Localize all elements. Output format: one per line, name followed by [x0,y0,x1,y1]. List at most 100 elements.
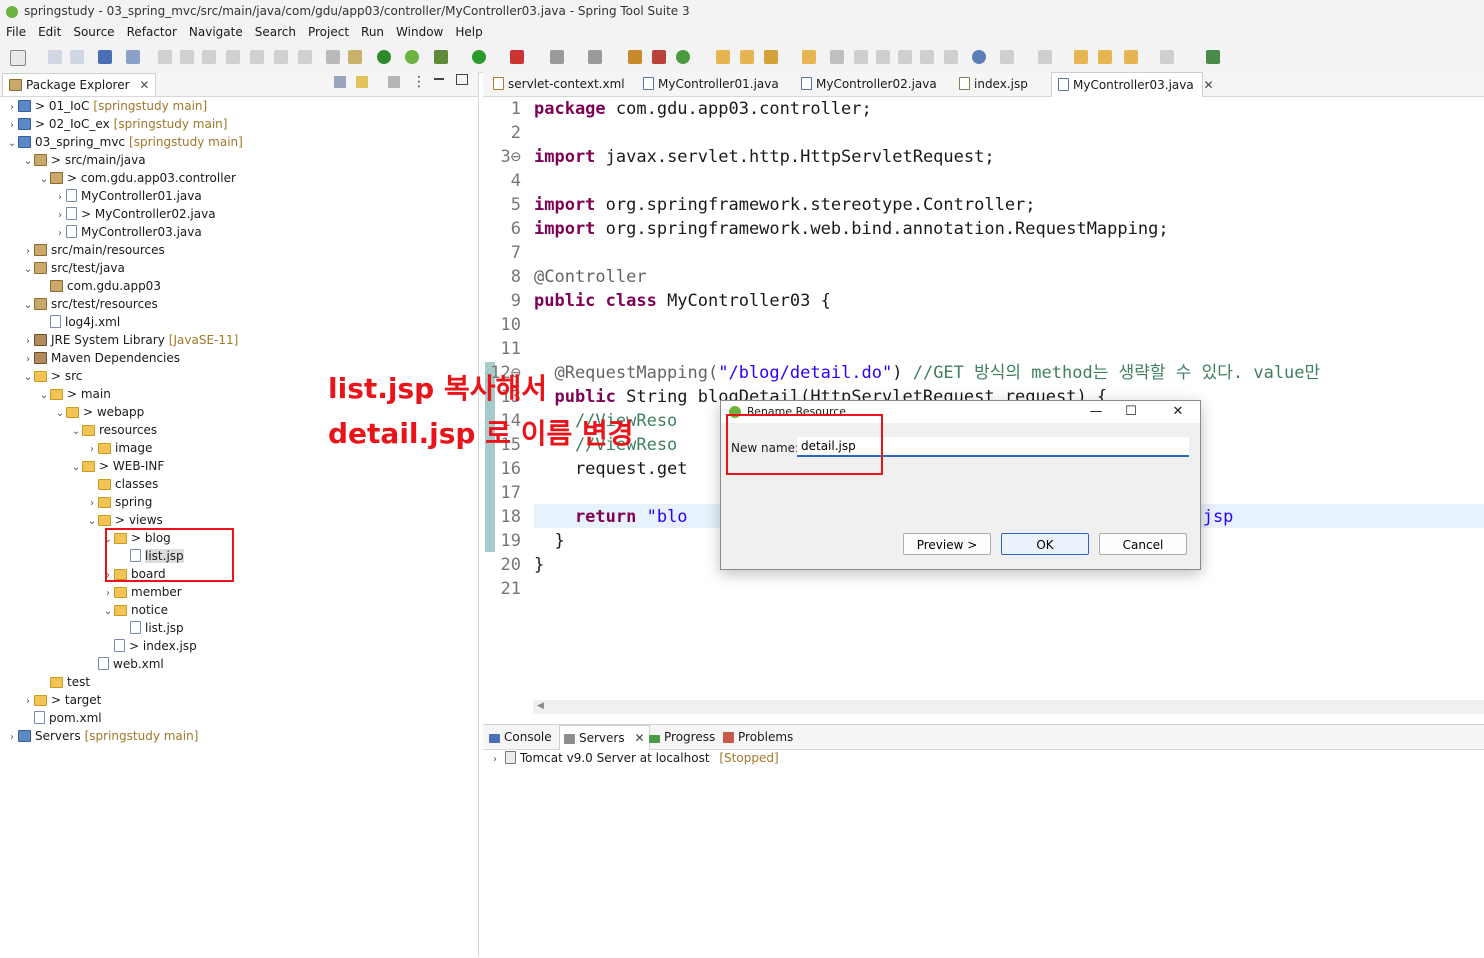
twisty-icon[interactable]: ⌄ [38,387,50,405]
tab-package-explorer[interactable]: Package Explorer ✕ [2,73,157,96]
twisty-icon[interactable]: ⌄ [70,423,82,441]
tree-item[interactable]: ⌄ > views [86,511,163,529]
tab-mycontroller03[interactable]: MyController03.java ✕ [1051,72,1214,97]
tree-item[interactable]: ⌄ 03_spring_mvc [springstudy main] [6,133,243,151]
block-selection-icon[interactable] [876,50,890,64]
disconnect-icon[interactable] [226,50,240,64]
expand-icon[interactable]: › [489,751,501,769]
filter-icon[interactable] [388,76,400,88]
code-line-12[interactable]: @RequestMapping("/blog/detail.do") //GET… [534,361,1320,385]
run-external-tools-icon[interactable] [510,50,524,64]
stop-icon[interactable] [550,50,564,64]
twisty-icon[interactable]: ⌄ [22,153,34,171]
open-type-icon[interactable] [716,50,730,64]
tree-item[interactable]: classes [86,475,158,493]
tree-item[interactable]: ⌄ > webapp [54,403,144,421]
minimize-icon[interactable] [434,78,444,80]
close-icon[interactable]: ✕ [1204,78,1214,92]
open-perspective-icon[interactable] [1206,50,1220,64]
terminate-icon[interactable] [202,50,216,64]
tree-item[interactable]: ⌄ src/test/java [22,259,125,277]
toggle-breadcrumb-icon[interactable] [944,50,958,64]
tree-item[interactable]: ⌄ notice [102,601,168,619]
horizontal-scrollbar[interactable]: ◀ [533,700,1484,714]
tree-item[interactable]: › > 02_IoC_ex [springstudy main] [6,115,227,133]
tree-item[interactable]: web.xml [86,655,164,673]
boot-dashboard-icon[interactable] [377,50,391,64]
twisty-icon[interactable]: ⌄ [22,369,34,387]
tab-console[interactable]: Console [489,725,552,749]
last-edit-icon[interactable] [1074,50,1088,64]
tree-item[interactable]: list.jsp [118,619,184,637]
tree-item[interactable]: › MyController03.java [54,223,202,241]
menu-help[interactable]: Help [449,22,488,42]
close-icon[interactable]: ✕ [1163,401,1193,423]
twisty-icon[interactable]: ⌄ [22,261,34,279]
code-line-3[interactable]: import javax.servlet.http.HttpServletReq… [534,145,995,169]
tab-index-jsp[interactable]: index.jsp [955,72,1055,96]
search-icon[interactable] [126,50,140,64]
ok-button[interactable]: OK [1001,533,1089,555]
next-annotation-icon[interactable] [1000,50,1014,64]
tab-problems[interactable]: Problems [723,725,793,749]
code-line-16[interactable]: request.get [534,457,688,481]
tree-item[interactable]: › Maven Dependencies [22,349,180,367]
code-line-8[interactable]: @Controller [534,265,647,289]
tree-item[interactable]: ⌄ > main [38,385,111,403]
maximize-icon[interactable] [456,74,468,85]
menu-run[interactable]: Run [355,22,390,42]
tree-item[interactable]: › Servers [springstudy main] [6,727,198,745]
tree-item[interactable]: › image [86,439,152,457]
menu-window[interactable]: Window [390,22,449,42]
code-line-6[interactable]: import org.springframework.web.bind.anno… [534,217,1169,241]
tree-item[interactable]: ⌄ > com.gdu.app03.controller [38,169,236,187]
view-menu-icon[interactable]: ⋮ [412,74,426,90]
tab-mycontroller01[interactable]: MyController01.java [639,72,789,96]
twisty-icon[interactable]: ⌄ [38,171,50,189]
drop-frame-icon[interactable] [326,50,340,64]
tree-item[interactable]: com.gdu.app03 [38,277,161,295]
code-line-5[interactable]: import org.springframework.stereotype.Co… [534,193,1036,217]
tree-item[interactable]: › > MyController02.java [54,205,216,223]
step-into-icon[interactable] [250,50,264,64]
twisty-icon[interactable]: ⌄ [70,459,82,477]
previous-annotation-icon[interactable] [1038,50,1052,64]
step-over-icon[interactable] [274,50,288,64]
suspend-icon[interactable] [180,50,194,64]
globe-icon[interactable] [972,50,986,64]
tree-item[interactable]: log4j.xml [38,313,120,331]
close-icon[interactable]: ✕ [139,78,149,92]
server-icon[interactable] [588,50,602,64]
code-line-18[interactable]: return "blo [534,505,688,529]
tree-item[interactable]: › MyController01.java [54,187,202,205]
tree-item[interactable]: ⌄ resources [70,421,157,439]
tab-progress[interactable]: Progress [649,725,715,749]
save-icon[interactable] [48,50,62,64]
forward-icon[interactable] [1160,50,1174,64]
preview-button[interactable]: Preview > [903,533,991,555]
server-row[interactable]: › Tomcat v9.0 Server at localhost [Stopp… [489,749,779,767]
tree-item[interactable]: › JRE System Library [JavaSE-11] [22,331,238,349]
tab-servlet-context-xml[interactable]: servlet-context.xml [487,72,633,96]
twisty-icon[interactable]: ⌄ [6,135,18,153]
back-icon[interactable] [1124,50,1138,64]
scroll-left-icon[interactable]: ◀ [537,701,544,711]
new-icon[interactable] [10,50,26,66]
menu-edit[interactable]: Edit [32,22,67,42]
twisty-icon[interactable]: ⌄ [102,603,114,621]
close-icon[interactable]: ✕ [634,731,644,745]
tab-servers[interactable]: Servers ✕ [559,725,650,750]
menu-source[interactable]: Source [67,22,120,42]
tree-item[interactable]: > index.jsp [102,637,197,655]
run-icon[interactable] [472,50,486,64]
save-all-icon[interactable] [70,50,84,64]
tree-item[interactable]: ⌄ > src [22,367,83,387]
collapse-all-icon[interactable] [334,76,346,88]
menu-project[interactable]: Project [302,22,355,42]
twisty-icon[interactable]: › [6,729,18,747]
new-project-icon[interactable] [628,50,642,64]
forward-edit-icon[interactable] [1098,50,1112,64]
tree-item[interactable]: test [38,673,90,691]
code-line-19[interactable]: } [534,529,564,553]
mark-occurrences-icon[interactable] [854,50,868,64]
